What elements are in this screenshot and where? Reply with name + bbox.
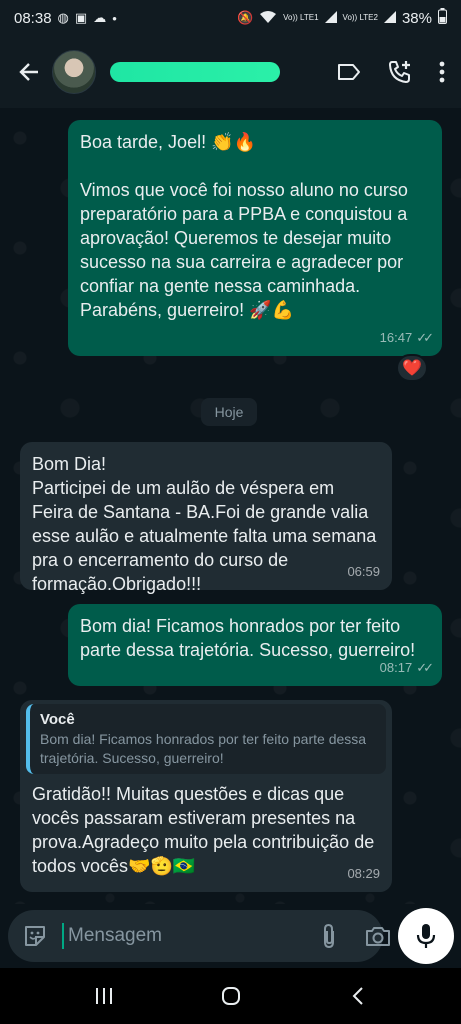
double-check-icon: ✓✓ [416, 330, 434, 345]
double-check-icon: ✓✓ [416, 660, 434, 675]
message-time: 06:59 [347, 564, 380, 579]
quote-text: Bom dia! Ficamos honrados por ter feito … [40, 731, 367, 766]
add-call-icon[interactable] [387, 59, 413, 85]
message-text: Gratidão!! Muitas questões e dicas que v… [32, 784, 375, 876]
more-vert-icon[interactable] [439, 61, 445, 83]
battery-icon [438, 8, 447, 28]
sticker-icon[interactable] [22, 923, 48, 949]
dot-icon: • [112, 10, 117, 26]
gallery-notification-icon: ▣ [74, 10, 88, 25]
message-input[interactable] [62, 923, 313, 949]
mute-icon: 🔕 [236, 10, 254, 25]
message-bubble-incoming[interactable]: Bom Dia! Participei de um aulão de véspe… [20, 442, 392, 594]
quote-author: Você [40, 711, 75, 728]
reaction-badge[interactable]: ❤️ [396, 354, 428, 382]
whatsapp-notification-icon: ◍ [57, 10, 69, 25]
system-nav-bar [0, 968, 461, 1024]
message-time: 08:17 [379, 660, 413, 675]
message-text: Bom dia! Ficamos honrados por ter feito … [80, 616, 416, 660]
home-icon[interactable] [201, 976, 261, 1016]
quoted-message[interactable]: Você Bom dia! Ficamos honrados por ter f… [26, 704, 386, 774]
status-bar: 08:38 ◍ ▣ ☁ • 🔕 Vo)) LTE1 Vo)) LTE2 38% [0, 0, 461, 36]
date-divider: Hoje [201, 398, 257, 426]
signal2-icon [383, 10, 396, 26]
message-meta: 06:59 [347, 560, 380, 584]
back-nav-icon[interactable] [328, 976, 388, 1016]
back-arrow-icon[interactable] [12, 61, 46, 83]
message-meta: 08:17 ✓✓ [379, 656, 434, 680]
lte1-indicator: Vo)) LTE1 [283, 13, 319, 22]
composer-bar [0, 904, 461, 968]
chat-header: contato [0, 36, 461, 108]
message-bubble-incoming[interactable]: Você Bom dia! Ficamos honrados por ter f… [20, 700, 392, 892]
message-meta: 16:47 ✓✓ [379, 326, 434, 350]
message-text: Bom Dia! Participei de um aulão de véspe… [32, 454, 377, 594]
heart-reaction-icon: ❤️ [402, 360, 422, 377]
mic-icon [416, 923, 436, 949]
cloud-notification-icon: ☁ [93, 10, 107, 25]
chat-area[interactable]: Boa tarde, Joel! 👏🔥 Vimos que você foi n… [0, 108, 461, 904]
message-input-pill[interactable] [8, 910, 390, 962]
signal1-icon [324, 10, 337, 26]
message-text: Boa tarde, Joel! 👏🔥 Vimos que você foi n… [80, 132, 408, 320]
message-time: 08:29 [347, 866, 380, 881]
battery-level: 38% [401, 9, 432, 27]
message-bubble-outgoing[interactable]: Bom dia! Ficamos honrados por ter feito … [68, 604, 442, 686]
message-time: 16:47 [379, 330, 413, 345]
mic-button[interactable] [398, 908, 454, 964]
camera-icon[interactable] [365, 925, 391, 947]
contact-name[interactable]: contato [110, 62, 280, 82]
recent-apps-icon[interactable] [74, 976, 134, 1016]
label-icon[interactable] [337, 63, 361, 81]
message-bubble-outgoing[interactable]: Boa tarde, Joel! 👏🔥 Vimos que você foi n… [68, 120, 442, 356]
wifi-icon [259, 10, 277, 27]
attach-icon[interactable] [321, 923, 337, 949]
message-meta: 08:29 [347, 862, 380, 886]
avatar[interactable] [52, 50, 96, 94]
status-time: 08:38 [14, 9, 52, 27]
lte2-indicator: Vo)) LTE2 [342, 13, 378, 22]
